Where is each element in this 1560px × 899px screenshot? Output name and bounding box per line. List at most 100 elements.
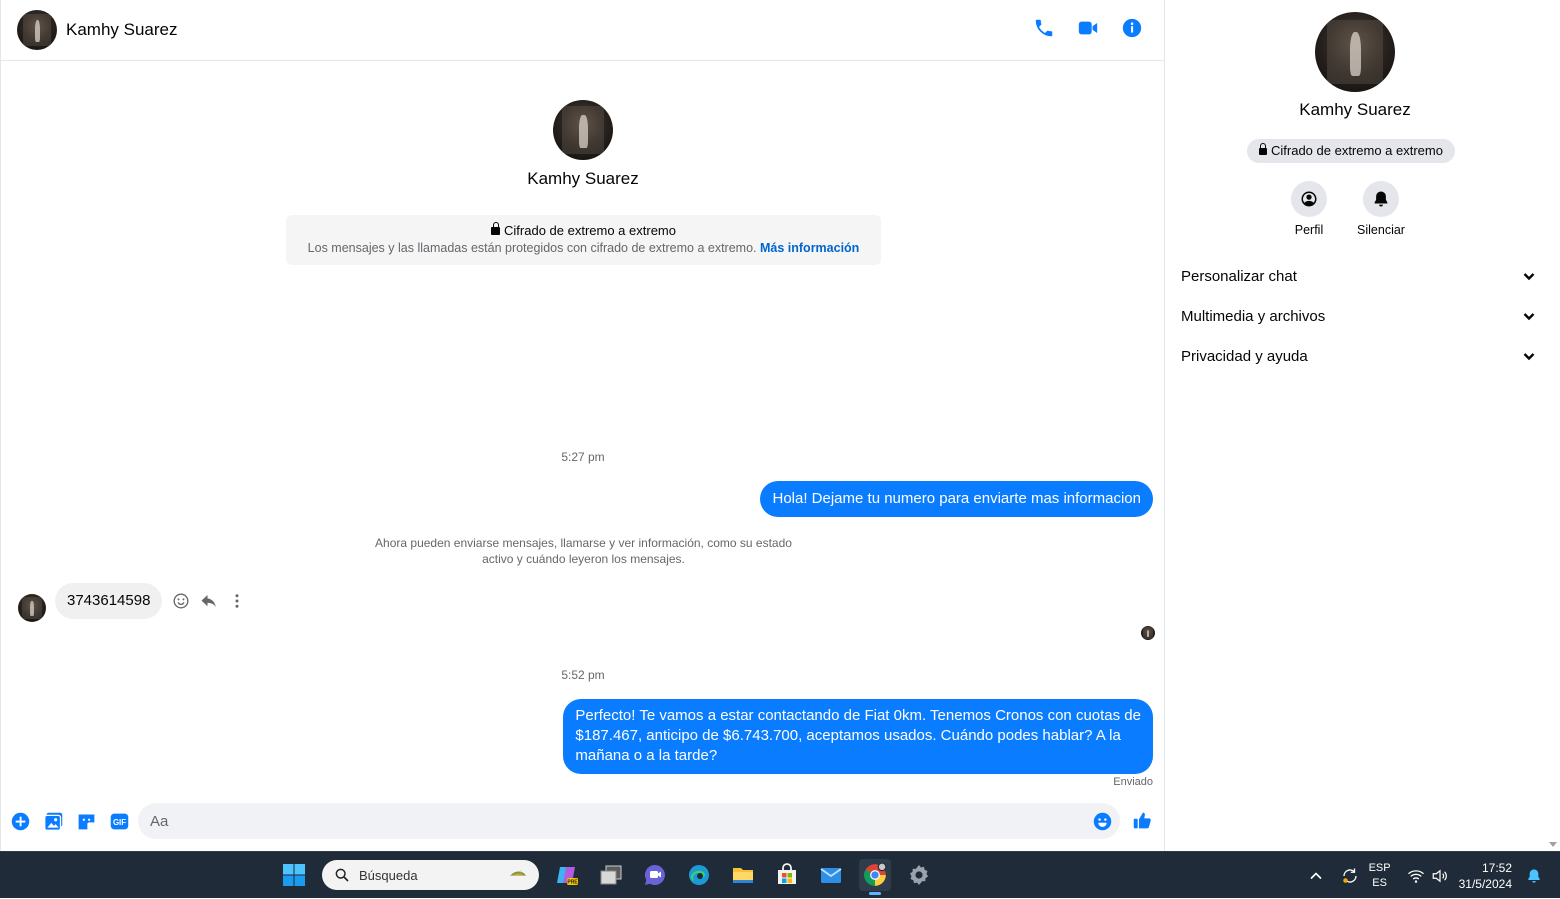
more-options-icon[interactable]	[228, 592, 246, 610]
sticker-icon[interactable]	[76, 811, 97, 832]
wifi-icon[interactable]	[1407, 867, 1425, 885]
mail-icon[interactable]	[815, 859, 847, 891]
timestamp: 5:27 pm	[561, 450, 605, 464]
e2e-badge[interactable]: Cifrado de extremo a extremo	[1247, 139, 1455, 163]
sent-status: Enviado	[1113, 776, 1153, 788]
sidebar-item-customize-chat[interactable]: Personalizar chat	[1181, 256, 1536, 296]
search-placeholder: Búsqueda	[359, 867, 418, 883]
video-camera-icon[interactable]	[1077, 17, 1099, 39]
phone-icon[interactable]	[1033, 17, 1055, 39]
message-actions	[172, 592, 246, 610]
e2e-badge-text: Cifrado de extremo a extremo	[1271, 143, 1443, 158]
message-input[interactable]	[138, 803, 1120, 839]
plus-circle-icon[interactable]	[10, 811, 31, 832]
react-emoji-icon[interactable]	[172, 592, 190, 610]
clock-time: 17:52	[1481, 860, 1512, 875]
contact-avatar[interactable]	[17, 10, 57, 50]
file-explorer-icon[interactable]	[727, 859, 759, 891]
intro-contact-name: Kamhy Suarez	[527, 169, 639, 188]
messenger-app: Kamhy Suarez Kamhy Suarez Cifrado de ext…	[0, 0, 1560, 851]
chevron-down-icon	[1523, 273, 1535, 281]
microsoft-store-icon[interactable]	[771, 859, 803, 891]
windows-start-icon[interactable]	[278, 859, 310, 891]
outgoing-message[interactable]: Perfecto! Te vamos a estar contactando d…	[563, 699, 1153, 774]
bell-icon[interactable]	[1363, 181, 1399, 217]
profile-label: Perfil	[1294, 223, 1324, 237]
chrome-icon[interactable]	[859, 859, 891, 895]
sidebar-item-label: Privacidad y ayuda	[1181, 347, 1308, 365]
sidebar-actions: Perfil Silenciar	[1290, 181, 1405, 237]
e2e-description: Los mensajes y las llamadas están proteg…	[286, 241, 881, 255]
reply-icon[interactable]	[200, 592, 218, 610]
header-actions	[1033, 17, 1143, 39]
e2e-description-text: Los mensajes y las llamadas están proteg…	[307, 241, 757, 255]
conversation-intro: Kamhy Suarez	[1, 100, 1165, 189]
info-icon[interactable]	[1121, 17, 1143, 39]
emoji-icon[interactable]	[1092, 811, 1113, 832]
contact-name[interactable]: Kamhy Suarez	[66, 20, 178, 40]
sender-avatar[interactable]	[18, 594, 46, 622]
message-line: Perfecto! Te vamos a estar contactando d…	[575, 707, 1141, 724]
edge-browser-icon[interactable]	[683, 859, 715, 891]
mute-button[interactable]: Silenciar	[1357, 181, 1405, 237]
sidebar-item-label: Multimedia y archivos	[1181, 307, 1326, 325]
message-line: $187.467, anticipo de $6.743.700, acepta…	[575, 727, 1121, 744]
composer: GIF	[1, 802, 1165, 840]
chevron-down-icon	[1523, 353, 1535, 361]
sync-icon[interactable]	[1341, 867, 1359, 885]
profile-button[interactable]: Perfil	[1290, 181, 1328, 237]
incoming-message[interactable]: 3743614598	[55, 583, 163, 619]
lock-icon	[491, 222, 501, 235]
notification-bell-icon[interactable]	[1526, 868, 1542, 884]
chevron-down-icon	[1523, 313, 1535, 321]
svg-text:PRE: PRE	[567, 880, 578, 886]
clock[interactable]: 17:52 31/5/2024	[1459, 860, 1512, 892]
more-info-link[interactable]: Más información	[760, 241, 859, 255]
page-scrollbar[interactable]	[1545, 0, 1560, 851]
system-message-line: activo y cuándo leyeron los mensajes.	[482, 552, 685, 566]
chat-header: Kamhy Suarez	[1, 0, 1165, 61]
profile-icon[interactable]	[1291, 181, 1327, 217]
scroll-down-arrow-icon[interactable]	[1549, 842, 1557, 847]
taskbar-search[interactable]: Búsqueda	[322, 860, 539, 890]
sidebar-contact-name: Kamhy Suarez	[1299, 100, 1411, 119]
gif-icon[interactable]: GIF	[109, 811, 130, 832]
volume-icon[interactable]	[1431, 867, 1449, 885]
copilot-icon[interactable]: PRE	[551, 859, 583, 891]
composer-actions: GIF	[10, 811, 130, 832]
scrollbar-thumb[interactable]	[1549, 0, 1556, 836]
intro-avatar[interactable]	[553, 100, 613, 160]
e2e-title: Cifrado de extremo a extremo	[286, 222, 881, 238]
incoming-message-row: 3743614598	[18, 580, 246, 622]
photo-gallery-icon[interactable]	[43, 811, 64, 832]
timestamp: 5:52 pm	[561, 668, 605, 682]
message-line: mañana o a la tarde?	[575, 747, 718, 764]
sidebar-menu: Personalizar chat Multimedia y archivos …	[1181, 256, 1536, 376]
settings-gear-icon[interactable]	[903, 859, 935, 891]
sidebar-item-privacy-help[interactable]: Privacidad y ayuda	[1181, 336, 1536, 376]
language-code: ESP	[1368, 861, 1391, 874]
seen-indicator-avatar	[1141, 626, 1155, 640]
windows-taskbar: Búsqueda PRE ESP ES 17:52 31/5/2024	[0, 851, 1560, 898]
language-indicator[interactable]: ESP ES	[1369, 861, 1391, 891]
svg-text:GIF: GIF	[113, 818, 126, 827]
e2e-notice: Cifrado de extremo a extremo Los mensaje…	[286, 215, 881, 265]
lock-icon	[1259, 143, 1267, 155]
chat-panel: Kamhy Suarez Kamhy Suarez Cifrado de ext…	[0, 0, 1165, 851]
sidebar-item-label: Personalizar chat	[1181, 267, 1297, 285]
sidebar-item-media-files[interactable]: Multimedia y archivos	[1181, 296, 1536, 336]
sidebar-avatar[interactable]	[1315, 12, 1395, 92]
conversation-details-panel: Kamhy Suarez Cifrado de extremo a extrem…	[1165, 0, 1545, 851]
system-tray: ESP ES 17:52 31/5/2024	[1309, 852, 1560, 899]
thumbs-up-icon[interactable]	[1132, 810, 1153, 831]
keyboard-layout: ES	[1372, 876, 1387, 889]
taskbar-apps: Búsqueda PRE	[278, 859, 935, 895]
outgoing-message[interactable]: Hola! Dejame tu numero para enviarte mas…	[760, 481, 1153, 517]
search-highlight-icon	[510, 870, 526, 876]
system-message: Ahora pueden enviarse mensajes, llamarse…	[361, 535, 806, 567]
e2e-title-text: Cifrado de extremo a extremo	[504, 223, 676, 238]
teams-chat-icon[interactable]	[639, 859, 671, 891]
clock-date: 31/5/2024	[1458, 876, 1512, 891]
chevron-up-icon[interactable]	[1309, 869, 1323, 883]
task-view-icon[interactable]	[595, 859, 627, 891]
